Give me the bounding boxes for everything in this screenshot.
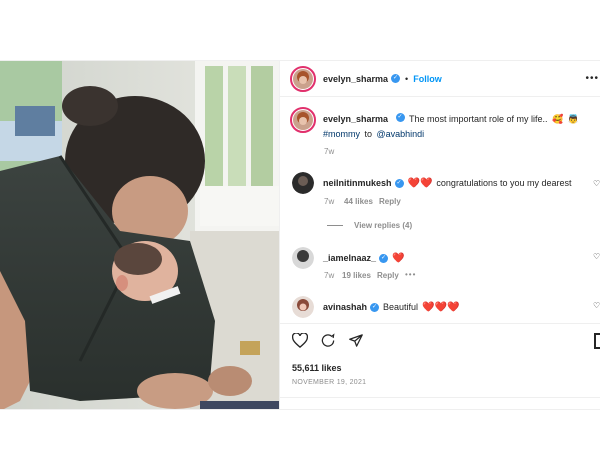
avatar[interactable]	[290, 107, 316, 133]
comment-item: avinashah ✓ Beautiful ❤️❤️❤️	[280, 296, 459, 318]
comment-username[interactable]: avinashah	[323, 302, 367, 312]
avatar[interactable]	[292, 247, 314, 269]
comment-timestamp[interactable]: 7w	[324, 197, 334, 206]
action-bar	[291, 332, 364, 353]
comment-username[interactable]: neilnitinmukesh	[323, 178, 392, 188]
like-heart-icon[interactable]	[291, 332, 309, 353]
like-comment-icon[interactable]: ♡	[593, 179, 600, 189]
avatar[interactable]	[290, 65, 316, 92]
caption: evelyn_sharma ✓ The most important role …	[280, 107, 579, 141]
angel-emoji: 👼	[567, 114, 579, 124]
add-comment-divider	[280, 397, 600, 398]
hearts-emoji: ❤️❤️	[407, 177, 433, 189]
comment-likes[interactable]: 44 likes	[344, 197, 373, 206]
reply-button[interactable]: Reply	[377, 271, 399, 280]
caption-username[interactable]: evelyn_sharma	[323, 114, 388, 124]
share-paper-plane-icon[interactable]	[348, 333, 364, 353]
view-replies-button[interactable]: View replies (4)	[354, 221, 412, 230]
comment-likes[interactable]: 19 likes	[342, 271, 371, 280]
reply-button[interactable]: Reply	[379, 197, 401, 206]
save-bookmark-icon[interactable]	[594, 333, 600, 349]
verified-badge-icon: ✓	[370, 302, 380, 312]
verified-badge-icon: ✓	[395, 113, 405, 123]
like-comment-icon[interactable]: ♡	[593, 301, 600, 311]
comment-username[interactable]: _iamelnaaz_	[323, 253, 376, 263]
verified-badge-icon: ✓	[391, 74, 401, 83]
more-options-icon[interactable]: •••	[585, 73, 599, 84]
verified-badge-icon: ✓	[394, 178, 404, 188]
comment-item: _iamelnaaz_ ✓ ❤️	[280, 247, 405, 269]
action-bar-divider	[280, 323, 600, 324]
avatar[interactable]	[292, 296, 314, 318]
verified-badge-icon: ✓	[379, 253, 389, 263]
avatar[interactable]	[292, 172, 314, 194]
post-likes-count[interactable]: 55,611 likes	[292, 363, 342, 373]
instagram-post-embed: evelyn_sharma ✓ • Follow ••• evelyn_shar…	[0, 60, 600, 410]
replies-divider	[327, 225, 343, 226]
comment-text: Beautiful	[383, 302, 419, 312]
smiling-hearts-emoji: 🥰	[551, 114, 564, 124]
hearts-emoji: ❤️	[392, 252, 405, 264]
caption-timestamp[interactable]: 7w	[324, 147, 334, 156]
header-username[interactable]: evelyn_sharma	[323, 74, 388, 84]
like-comment-icon[interactable]: ♡	[593, 252, 600, 262]
hashtag-link[interactable]: #mommy	[323, 129, 360, 139]
post-photo[interactable]	[0, 61, 279, 409]
follow-button[interactable]: Follow	[413, 74, 442, 84]
caption-text: The most important role of my life..	[408, 114, 548, 124]
photo-mother-and-baby	[0, 61, 279, 409]
post-header: evelyn_sharma ✓ • Follow •••	[280, 61, 600, 97]
caption-to-text: to	[364, 129, 372, 139]
comment-item: neilnitinmukesh ✓ ❤️❤️ congratulations t…	[280, 172, 572, 194]
comment-more-options-icon[interactable]: •••	[405, 270, 416, 279]
mention-link[interactable]: @avabhindi	[376, 129, 424, 139]
comment-timestamp[interactable]: 7w	[324, 271, 334, 280]
separator-dot: •	[405, 73, 409, 84]
post-date[interactable]: NOVEMBER 19, 2021	[292, 379, 366, 386]
comment-text: congratulations to you my dearest	[436, 178, 572, 188]
comment-bubble-icon[interactable]	[320, 333, 336, 353]
post-details-panel: evelyn_sharma ✓ • Follow ••• evelyn_shar…	[279, 61, 600, 409]
hearts-emoji: ❤️❤️❤️	[422, 301, 460, 313]
